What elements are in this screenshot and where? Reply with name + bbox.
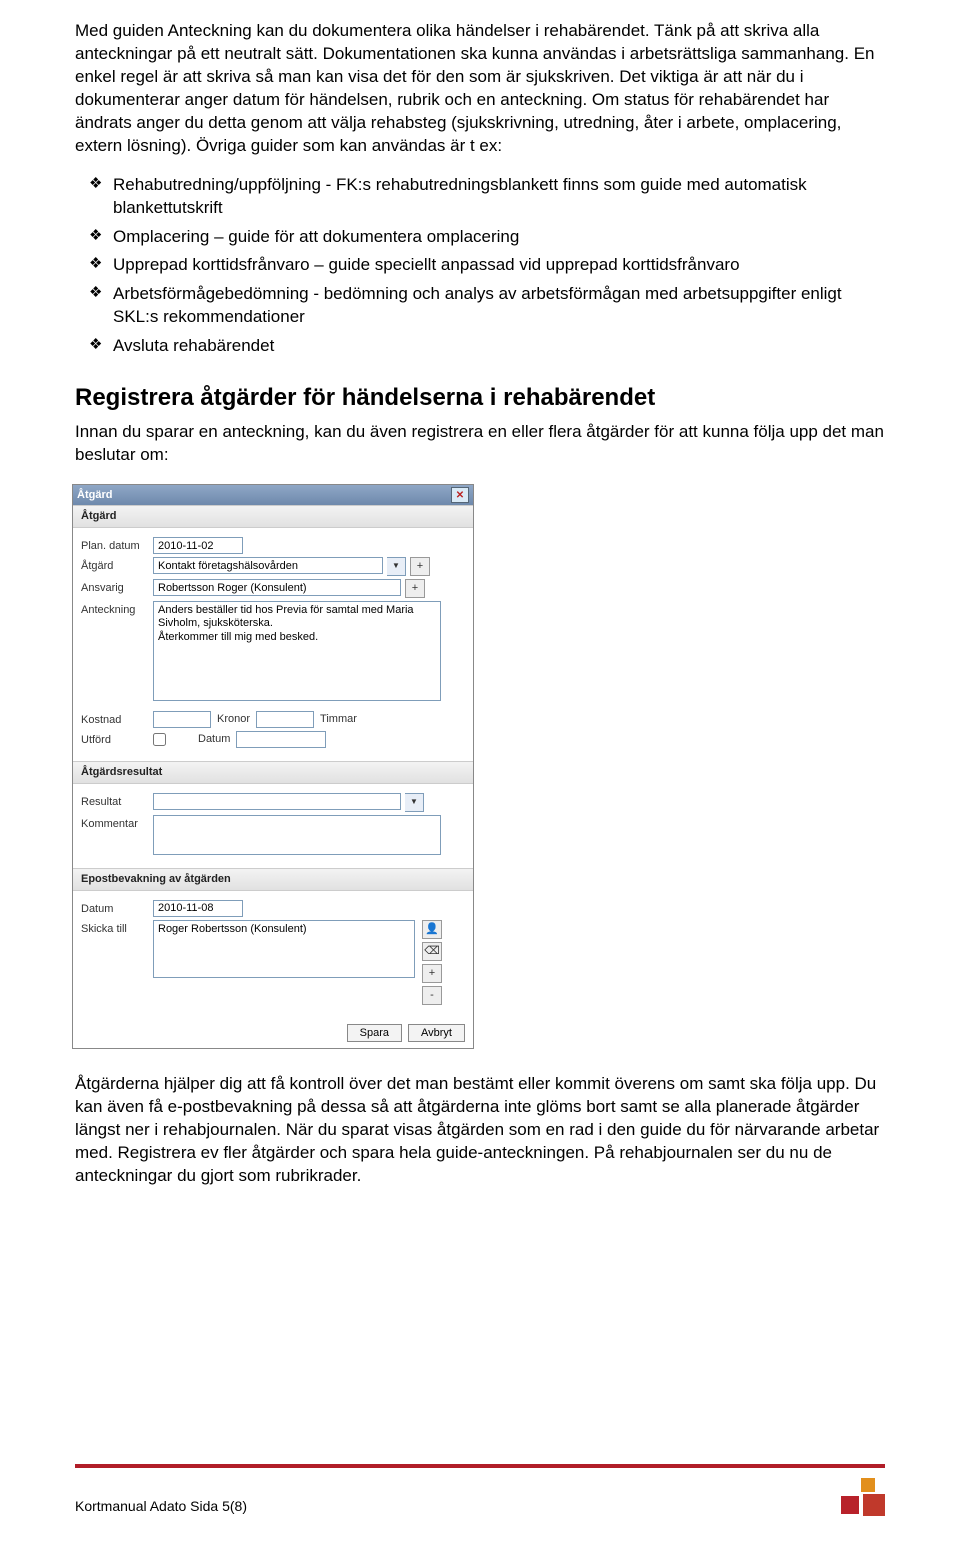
label-skicka-till: Skicka till <box>81 920 149 937</box>
kommentar-textarea[interactable] <box>153 815 441 855</box>
anteckning-textarea[interactable] <box>153 601 441 701</box>
intro-paragraph: Med guiden Anteckning kan du dokumentera… <box>75 20 885 158</box>
clear-icon[interactable]: ⌫ <box>422 942 442 961</box>
plan-datum-input[interactable] <box>153 537 243 554</box>
avbryt-button[interactable]: Avbryt <box>408 1024 465 1042</box>
footer-text: Kortmanual Adato Sida 5(8) <box>75 1497 247 1516</box>
add-button[interactable]: + <box>422 964 442 983</box>
person-icon[interactable]: 👤 <box>422 920 442 939</box>
add-button[interactable]: + <box>405 579 425 598</box>
section-intro: Innan du sparar en anteckning, kan du äv… <box>75 421 885 467</box>
label-timmar: Timmar <box>320 712 357 727</box>
list-item: Rehabutredning/uppföljning - FK:s rehabu… <box>113 174 885 220</box>
dialog-titlebar: Åtgärd ✕ <box>73 485 473 505</box>
bullet-list: Rehabutredning/uppföljning - FK:s rehabu… <box>75 174 885 359</box>
label-utford: Utförd <box>81 731 149 748</box>
atgard-dialog: Åtgärd ✕ Åtgärd Plan. datum Åtgärd ▼ + A… <box>72 484 474 1049</box>
dialog-title: Åtgärd <box>77 488 112 503</box>
chevron-down-icon[interactable]: ▼ <box>387 557 406 576</box>
label-anteckning: Anteckning <box>81 601 149 618</box>
list-item: Avsluta rehabärendet <box>113 335 885 358</box>
logo-squares <box>841 1478 885 1516</box>
section-header-atgard: Åtgärd <box>73 505 473 528</box>
chevron-down-icon[interactable]: ▼ <box>405 793 424 812</box>
kostnad-input[interactable] <box>153 711 211 728</box>
add-button[interactable]: + <box>410 557 430 576</box>
timmar-input[interactable] <box>256 711 314 728</box>
label-datum: Datum <box>198 732 230 747</box>
section-header-resultat: Åtgärdsresultat <box>73 761 473 784</box>
label-ansvarig: Ansvarig <box>81 579 149 596</box>
list-item: Arbetsförmågebedömning - bedömning och a… <box>113 283 885 329</box>
label-epost-datum: Datum <box>81 900 149 917</box>
label-kostnad: Kostnad <box>81 711 149 728</box>
ansvarig-input[interactable] <box>153 579 401 596</box>
close-icon[interactable]: ✕ <box>451 487 469 503</box>
epost-datum-input[interactable] <box>153 900 243 917</box>
spara-button[interactable]: Spara <box>347 1024 402 1042</box>
section-heading: Registrera åtgärder för händelserna i re… <box>75 382 885 414</box>
utford-datum-input[interactable] <box>236 731 326 748</box>
label-plan-datum: Plan. datum <box>81 537 149 554</box>
label-kommentar: Kommentar <box>81 815 149 832</box>
label-kronor: Kronor <box>217 712 250 727</box>
remove-button[interactable]: - <box>422 986 442 1005</box>
closing-paragraph: Åtgärderna hjälper dig att få kontroll ö… <box>75 1073 885 1188</box>
utford-checkbox[interactable] <box>153 733 166 746</box>
list-item: Omplacering – guide för att dokumentera … <box>113 226 885 249</box>
label-atgard: Åtgärd <box>81 557 149 574</box>
resultat-input[interactable] <box>153 793 401 810</box>
skicka-till-textarea[interactable] <box>153 920 415 978</box>
list-item: Upprepad korttidsfrånvaro – guide specie… <box>113 254 885 277</box>
atgard-input[interactable] <box>153 557 383 574</box>
footer-divider <box>75 1464 885 1468</box>
label-resultat: Resultat <box>81 793 149 810</box>
section-header-epost: Epostbevakning av åtgärden <box>73 868 473 891</box>
